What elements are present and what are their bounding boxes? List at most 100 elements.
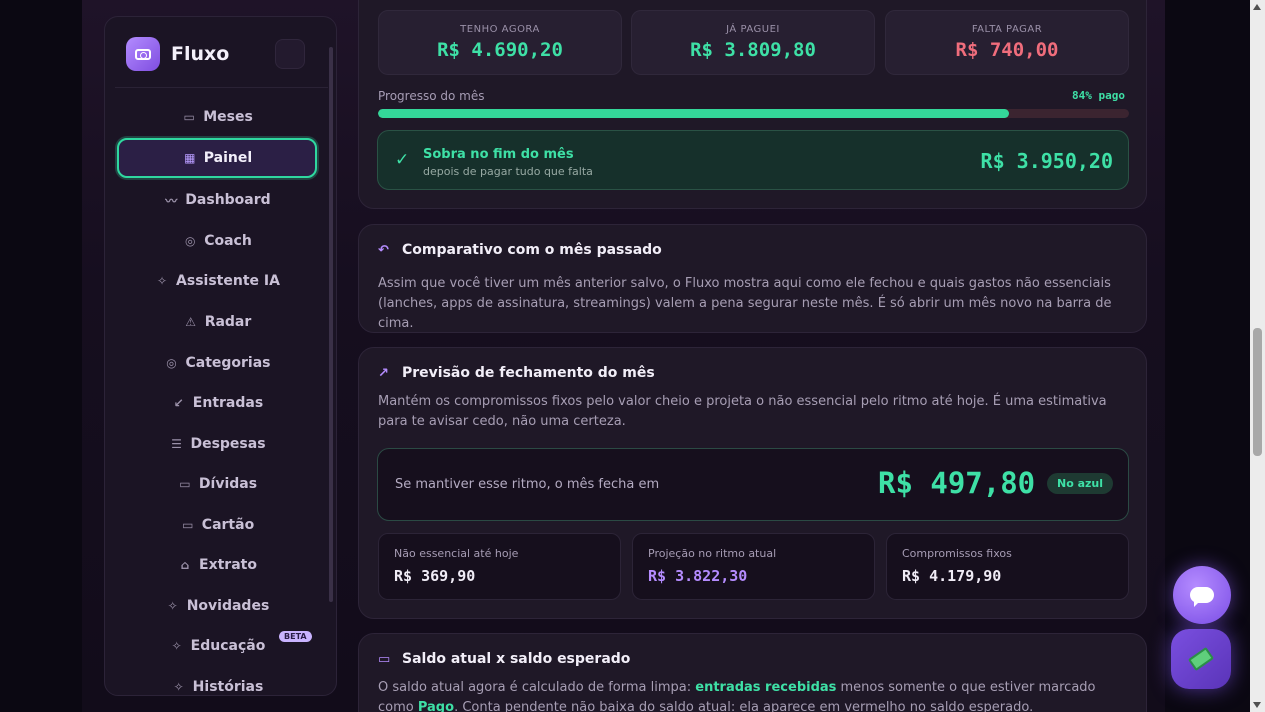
sidebar-item-novidades[interactable]: ✧ Novidades: [117, 586, 317, 626]
sobra-panel: ✓ Sobra no fim do mês depois de pagar tu…: [377, 130, 1129, 190]
sidebar-scrollbar[interactable]: [329, 47, 333, 602]
mini-projecao: Projeção no ritmo atual R$ 3.822,30: [632, 533, 875, 600]
check-icon: ✓: [395, 150, 410, 170]
previsao-title: ↗ Previsão de fechamento do mês: [378, 365, 655, 381]
sidebar-item-label: Despesas: [190, 436, 266, 452]
saldo-text-b: entradas recebidas: [695, 680, 837, 695]
sidebar-item-dashboard[interactable]: 〰 Dashboard: [117, 180, 317, 220]
sidebar-item-painel[interactable]: ▦ Painel: [117, 138, 317, 178]
divider: [115, 87, 328, 88]
comparativo-title-text: Comparativo com o mês passado: [402, 242, 662, 258]
money-button[interactable]: [1171, 629, 1231, 689]
projection-text: Se mantiver esse ritmo, o mês fecha em: [395, 477, 660, 492]
stat-ja-paguei: JÁ PAGUEI R$ 3.809,80: [631, 10, 875, 75]
beta-badge: BETA: [279, 631, 312, 642]
sidebar-item-label: Radar: [204, 314, 252, 330]
chat-button[interactable]: [1173, 566, 1231, 624]
saldo-text-e: . Conta pendente não baixa do saldo atua…: [454, 700, 1034, 712]
sidebar-item-extrato[interactable]: ⌂ Extrato: [117, 545, 317, 585]
sidebar-item-historias[interactable]: ✧ Histórias: [117, 667, 317, 695]
sidebar-item-coach[interactable]: ◎ Coach: [117, 221, 317, 261]
undo-icon: ↶: [378, 243, 389, 258]
mini-value: R$ 3.822,30: [648, 567, 748, 585]
wallet-icon: ▭: [378, 652, 391, 667]
sidebar-item-meses[interactable]: ▭ Meses: [117, 97, 317, 137]
mini-nao-essencial: Não essencial até hoje R$ 369,90: [378, 533, 621, 600]
comparativo-title: ↶ Comparativo com o mês passado: [378, 242, 662, 258]
target-icon: ◎: [166, 356, 177, 370]
progress-fill: [378, 109, 1009, 118]
sidebar-item-label: Educação: [190, 638, 266, 654]
mini-value: R$ 4.179,90: [902, 567, 1002, 585]
stat-value: R$ 3.809,80: [690, 39, 816, 61]
sparkle-icon: ✧: [171, 639, 182, 653]
sidebar-item-entradas[interactable]: ↙ Entradas: [117, 383, 317, 423]
brand[interactable]: Fluxo: [126, 37, 229, 71]
bank-icon: ⌂: [180, 558, 190, 572]
sobra-title: Sobra no fim do mês: [423, 147, 574, 162]
sobra-value: R$ 3.950,20: [980, 149, 1113, 173]
calendar-icon: ▭: [179, 477, 191, 491]
sidebar-item-dividas[interactable]: ▭ Dívidas: [117, 464, 317, 504]
brand-name: Fluxo: [171, 43, 230, 65]
sidebar-toggle-button[interactable]: [275, 39, 305, 69]
card-icon: ▭: [182, 518, 194, 532]
sidebar-item-categorias[interactable]: ◎ Categorias: [117, 343, 317, 383]
progress-percent: 84% pago: [1072, 89, 1125, 102]
stat-value: R$ 740,00: [955, 39, 1059, 61]
sidebar-item-despesas[interactable]: ☰ Despesas: [117, 424, 317, 464]
sidebar-item-assistente-ia[interactable]: ✧ Assistente IA: [117, 261, 317, 301]
list-icon: ☰: [171, 437, 182, 451]
sidebar-item-label: Meses: [203, 109, 253, 125]
saldo-title-text: Saldo atual x saldo esperado: [402, 651, 631, 667]
sidebar: Fluxo ▭ Meses ▦ Painel 〰 Dashboard ◎ Coa…: [104, 16, 337, 696]
progress-bar: [378, 109, 1129, 118]
saldo-title: ▭ Saldo atual x saldo esperado: [378, 651, 630, 667]
scroll-thumb[interactable]: [1253, 328, 1262, 456]
stat-label: TENHO AGORA: [460, 24, 540, 35]
sparkle-icon: ✧: [173, 680, 184, 694]
saldo-text-a: O saldo atual agora é calculado de forma…: [378, 680, 696, 695]
sidebar-item-radar[interactable]: ⚠ Radar: [117, 302, 317, 342]
arrow-down-left-icon: ↙: [173, 396, 184, 410]
sparkle-icon: ✧: [157, 274, 168, 288]
projection-panel: Se mantiver esse ritmo, o mês fecha em R…: [377, 448, 1129, 521]
trend-icon: 〰: [165, 193, 178, 208]
previsao-title-text: Previsão de fechamento do mês: [402, 365, 655, 381]
sidebar-item-label: Histórias: [192, 679, 264, 695]
sidebar-item-label: Entradas: [192, 395, 264, 411]
sobra-subtitle: depois de pagar tudo que falta: [423, 165, 593, 178]
scroll-down-icon[interactable]: [1253, 702, 1261, 708]
warning-icon: ⚠: [185, 315, 197, 329]
target-icon: ◎: [184, 234, 196, 248]
saldo-text: O saldo atual agora é calculado de forma…: [378, 678, 1130, 712]
stat-value: R$ 4.690,20: [437, 39, 563, 61]
chat-bubble-icon: [1190, 587, 1214, 607]
sidebar-item-label: Categorias: [185, 355, 271, 371]
status-badge: No azul: [1047, 473, 1114, 494]
sidebar-item-label: Dívidas: [198, 476, 258, 492]
sidebar-item-label: Assistente IA: [176, 273, 280, 289]
money-icon: [1187, 646, 1215, 672]
mini-label: Projeção no ritmo atual: [648, 547, 777, 560]
mini-label: Não essencial até hoje: [394, 547, 519, 560]
stat-tenho-agora: TENHO AGORA R$ 4.690,20: [378, 10, 622, 75]
sidebar-item-label: Coach: [204, 233, 252, 249]
grid-icon: ▦: [184, 151, 196, 165]
mini-label: Compromissos fixos: [902, 547, 1012, 560]
calendar-icon: ▭: [183, 110, 195, 124]
sparkle-icon: ✧: [167, 599, 178, 613]
progress-label: Progresso do mês: [378, 89, 485, 103]
trend-up-icon: ↗: [378, 366, 389, 381]
sidebar-item-label: Novidades: [186, 598, 270, 614]
stat-label: FALTA PAGAR: [971, 24, 1043, 35]
projection-value: R$ 497,80: [878, 466, 1036, 500]
stat-falta-pagar: FALTA PAGAR R$ 740,00: [885, 10, 1129, 75]
mini-value: R$ 369,90: [394, 567, 476, 585]
saldo-text-d: Pago: [417, 700, 455, 712]
sidebar-item-cartao[interactable]: ▭ Cartão: [117, 505, 317, 545]
previsao-text: Mantém os compromissos fixos pelo valor …: [378, 394, 1107, 429]
scroll-up-icon[interactable]: [1253, 4, 1261, 10]
page-scrollbar[interactable]: [1250, 0, 1265, 712]
sidebar-item-label: Painel: [203, 150, 253, 166]
